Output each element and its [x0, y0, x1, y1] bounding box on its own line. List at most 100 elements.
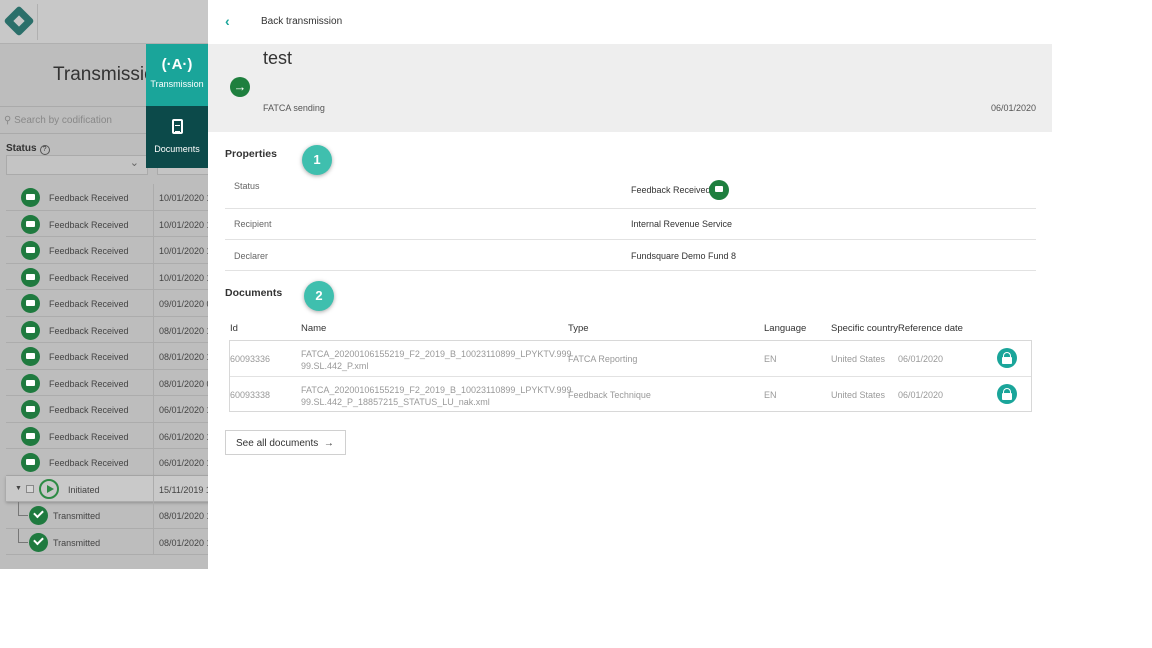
callout-badge-1: 1 — [302, 145, 332, 175]
logo — [2, 4, 38, 40]
status-label: Status — [6, 143, 37, 154]
property-key: Declarer — [234, 251, 269, 261]
property-key: Recipient — [234, 219, 272, 229]
property-value: Feedback Received — [631, 185, 711, 195]
list-subitem[interactable]: Transmitted 08/01/2020 1 — [6, 502, 208, 529]
list-item-status: Feedback Received — [49, 299, 129, 309]
doc-country: United States — [831, 354, 886, 364]
list-item-status: Feedback Received — [49, 431, 129, 442]
feedback-icon — [21, 426, 40, 446]
page-title: test — [263, 48, 293, 68]
properties-title: Properties — [225, 148, 277, 160]
doc-name[interactable]: FATCA_20200106155219_F2_2019_B_100231108… — [301, 384, 572, 408]
feedback-icon — [21, 267, 40, 287]
screen: Transmissio ⚲ Search by codification Sta… — [0, 0, 1152, 648]
background-search-input[interactable]: ⚲ Search by codification — [0, 106, 150, 134]
column-header-name: Name — [301, 323, 327, 334]
list-item-date: 08/01/2020 1 — [153, 528, 208, 554]
tree-line — [18, 528, 28, 543]
list-item-status: Feedback Received — [49, 352, 129, 362]
property-value: Fundsquare Demo Fund 8 — [631, 251, 737, 261]
documents-table: 60093336 FATCA_20200106155219_F2_2019_B_… — [229, 340, 1032, 412]
list-item[interactable]: Feedback Received 08/01/2020 1 — [6, 343, 208, 370]
doc-type: Feedback Technique — [568, 390, 651, 400]
property-value: Internal Revenue Service — [631, 219, 733, 229]
doc-id: 60093336 — [230, 354, 271, 364]
chevron-left-icon[interactable]: ‹ — [225, 13, 230, 29]
row-checkbox[interactable] — [26, 484, 34, 493]
side-tab-documents[interactable]: Documents — [146, 106, 208, 168]
lock-icon[interactable] — [997, 384, 1017, 404]
doc-name[interactable]: FATCA_20200106155219_F2_2019_B_100231108… — [301, 348, 572, 372]
property-row-recipient: Recipient Internal Revenue Service — [225, 209, 1036, 240]
feedback-icon — [709, 180, 729, 200]
doc-language: EN — [764, 354, 777, 364]
feedback-icon — [21, 347, 40, 366]
search-placeholder: Search by codification — [14, 115, 112, 126]
list-item-date: 10/01/2020 1 — [153, 184, 208, 210]
feedback-icon — [21, 294, 40, 313]
back-transmission-link[interactable]: Back transmission — [261, 16, 342, 27]
expand-caret-icon[interactable]: ▼ — [15, 485, 22, 492]
list-item[interactable]: Feedback Received 10/01/2020 1 — [6, 237, 208, 264]
list-item-date: 09/01/2020 0 — [153, 290, 208, 316]
list-item[interactable]: Feedback Received 08/01/2020 0 — [6, 369, 208, 396]
side-tab-label: Transmission — [150, 79, 204, 89]
table-row[interactable]: 60093338 FATCA_20200106155219_F2_2019_B_… — [230, 376, 1031, 411]
list-item-status: Feedback Received — [49, 193, 129, 203]
doc-name-line2: 99.SL.442_P_18857215_STATUS_LU_nak.xml — [301, 397, 490, 407]
doc-reference-date: 06/01/2020 — [898, 390, 944, 400]
list-subitem[interactable]: Transmitted 08/01/2020 1 — [6, 528, 208, 555]
list-item[interactable]: Feedback Received 10/01/2020 1 — [6, 184, 208, 211]
background-page-title: Transmissio — [53, 64, 155, 85]
list-item-date: 06/01/2020 1 — [153, 449, 208, 475]
column-header-type: Type — [568, 323, 589, 334]
doc-type: FATCA Reporting — [568, 354, 638, 364]
list-item-status: Feedback Received — [49, 272, 129, 283]
lock-icon[interactable] — [997, 348, 1017, 368]
arrow-right-icon: → — [321, 438, 334, 449]
table-row[interactable]: 60093336 FATCA_20200106155219_F2_2019_B_… — [230, 341, 1031, 376]
feedback-icon — [21, 188, 40, 207]
doc-country: United States — [831, 390, 886, 400]
feedback-icon — [21, 373, 40, 393]
transmission-header: test → FATCA sending 06/01/2020 — [208, 44, 1052, 132]
see-all-documents-button[interactable]: See all documents → — [225, 430, 346, 455]
list-item-status: Feedback Received — [49, 325, 129, 336]
transmission-date: 06/01/2020 — [990, 103, 1036, 113]
list-item[interactable]: Feedback Received 09/01/2020 0 — [6, 290, 208, 317]
list-item[interactable]: Feedback Received 06/01/2020 1 — [6, 422, 208, 449]
list-item-status: Feedback Received — [49, 378, 129, 389]
play-icon — [39, 478, 59, 499]
tree-line — [18, 502, 28, 516]
check-icon — [29, 532, 48, 552]
help-icon: ? — [39, 145, 50, 155]
list-item-status: Transmitted — [53, 537, 101, 548]
doc-reference-date: 06/01/2020 — [898, 354, 944, 364]
list-item[interactable]: Feedback Received 10/01/2020 1 — [6, 263, 208, 290]
list-item-date: 08/01/2020 1 — [153, 316, 208, 342]
list-item[interactable]: Feedback Received 06/01/2020 1 — [6, 396, 208, 423]
search-icon: ⚲ — [4, 115, 12, 126]
property-key: Status — [234, 181, 260, 191]
antenna-icon: (·A·) — [161, 56, 193, 73]
column-header-country: Specific country — [831, 323, 899, 334]
side-tab-transmission[interactable]: (·A·) Transmission — [146, 44, 208, 106]
property-row-declarer: Declarer Fundsquare Demo Fund 8 — [225, 240, 1036, 271]
list-item-initiated[interactable]: ▼ Initiated 15/11/2019 1 — [6, 475, 208, 502]
list-item[interactable]: Feedback Received 06/01/2020 1 — [6, 449, 208, 476]
status-filter-select[interactable] — [6, 155, 148, 175]
doc-name-line1: FATCA_20200106155219_F2_2019_B_100231108… — [301, 385, 572, 395]
feedback-icon — [21, 453, 40, 472]
column-header-language: Language — [764, 323, 807, 334]
doc-name-line2: 99.SL.442_P.xml — [301, 361, 369, 371]
doc-name-line1: FATCA_20200106155219_F2_2019_B_100231108… — [301, 349, 572, 359]
list-item-date: 08/01/2020 1 — [153, 502, 208, 528]
document-icon — [146, 119, 208, 138]
list-item-status: Feedback Received — [49, 458, 129, 468]
column-header-id: Id — [230, 323, 238, 334]
list-item[interactable]: Feedback Received 08/01/2020 1 — [6, 316, 208, 343]
transmission-type: FATCA sending — [263, 103, 325, 113]
list-item[interactable]: Feedback Received 10/01/2020 1 — [6, 210, 208, 237]
doc-language: EN — [764, 390, 777, 400]
